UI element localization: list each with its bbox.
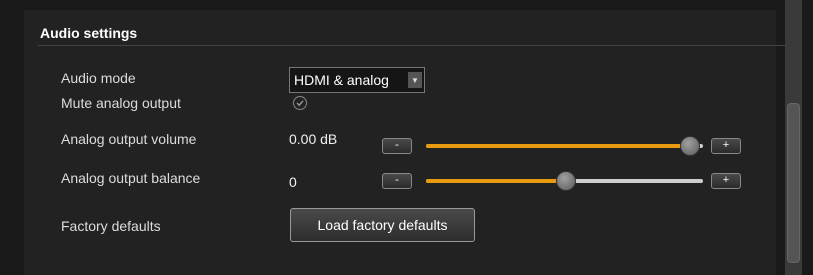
volume-label: Analog output volume: [61, 131, 197, 147]
volume-slider-thumb[interactable]: [680, 136, 701, 156]
balance-slider-fill: [426, 179, 565, 183]
mute-analog-label: Mute analog output: [61, 95, 181, 111]
balance-increase-button[interactable]: +: [711, 173, 741, 189]
volume-slider[interactable]: [426, 144, 703, 148]
volume-decrease-button[interactable]: -: [382, 138, 412, 154]
audio-settings-panel: Audio settings Audio mode HDMI & analog …: [24, 10, 798, 275]
balance-value: 0: [289, 174, 297, 190]
balance-slider-thumb[interactable]: [555, 171, 576, 191]
scrollbar-thumb[interactable]: [787, 103, 800, 263]
section-divider: [38, 45, 798, 46]
check-icon: [296, 100, 304, 107]
section-title: Audio settings: [40, 25, 138, 41]
audio-mode-label: Audio mode: [61, 70, 136, 86]
audio-mode-select[interactable]: HDMI & analog ▼: [289, 67, 425, 93]
factory-defaults-label: Factory defaults: [61, 218, 161, 234]
balance-decrease-button[interactable]: -: [382, 173, 412, 189]
mute-analog-checkbox[interactable]: [293, 96, 307, 110]
volume-slider-fill: [426, 144, 690, 148]
volume-increase-button[interactable]: +: [711, 138, 741, 154]
load-factory-defaults-button[interactable]: Load factory defaults: [290, 208, 475, 242]
chevron-down-icon[interactable]: ▼: [408, 72, 422, 88]
audio-mode-value: HDMI & analog: [294, 72, 389, 88]
balance-label: Analog output balance: [61, 170, 201, 186]
volume-value: 0.00 dB: [289, 131, 338, 147]
